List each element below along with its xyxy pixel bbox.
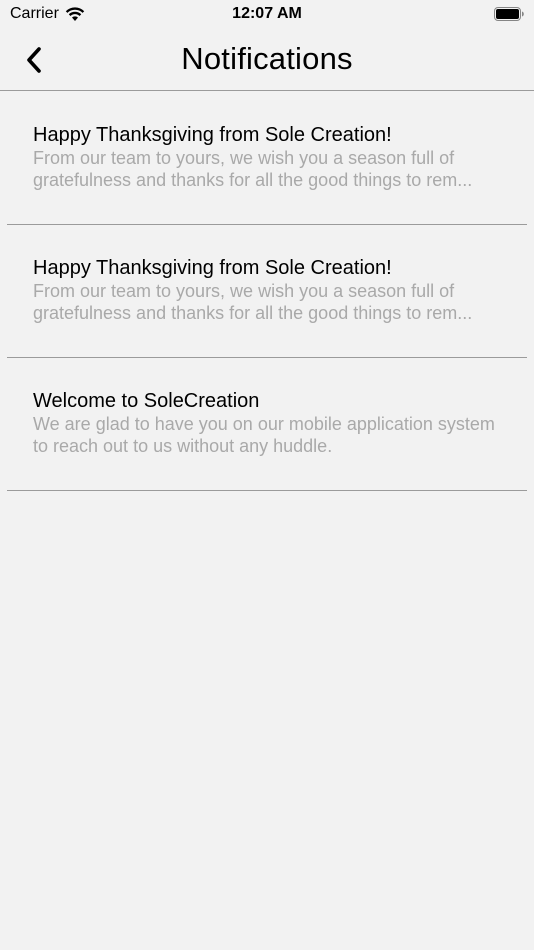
notification-title: Happy Thanksgiving from Sole Creation! (33, 257, 392, 279)
notification-body: We are glad to have you on our mobile ap… (33, 414, 495, 456)
status-time: 12:07 AM (232, 5, 302, 22)
notification-title: Welcome to SoleCreation (33, 390, 260, 412)
notification-body: From our team to yours, we wish you a se… (33, 148, 473, 190)
notification-list: Happy Thanksgiving from Sole Creation! F… (0, 92, 534, 491)
notification-item[interactable]: Happy Thanksgiving from Sole Creation! F… (7, 92, 527, 225)
page-title: Notifications (181, 41, 353, 76)
navigation-bar: Notifications (0, 30, 534, 91)
notification-item[interactable]: Welcome to SoleCreation We are glad to h… (7, 358, 527, 491)
battery-icon (494, 7, 524, 21)
notification-title: Happy Thanksgiving from Sole Creation! (33, 124, 392, 146)
notification-item[interactable]: Happy Thanksgiving from Sole Creation! F… (7, 225, 527, 358)
notification-body: From our team to yours, we wish you a se… (33, 281, 473, 323)
status-bar: Carrier 12:07 AM (0, 0, 534, 30)
